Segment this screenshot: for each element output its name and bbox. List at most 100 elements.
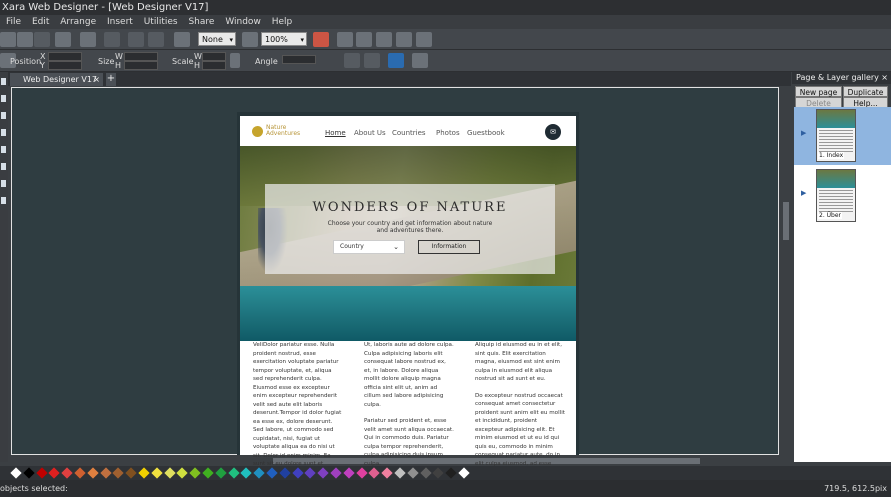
zoom-select[interactable]: 100% ▾ [261, 32, 307, 46]
color-swatch[interactable] [35, 467, 48, 479]
color-swatch[interactable] [368, 467, 381, 479]
site-logo[interactable]: Nature Adventures [266, 125, 300, 137]
menu-window[interactable]: Window [225, 17, 261, 27]
color-swatch[interactable] [151, 467, 163, 479]
scale-w-field[interactable] [202, 52, 226, 61]
color-swatch[interactable] [23, 467, 35, 479]
color-swatch[interactable] [317, 467, 329, 479]
menu-share[interactable]: Share [188, 17, 214, 27]
link-tool-icon[interactable] [1, 197, 6, 204]
new-document-icon[interactable] [0, 32, 16, 47]
color-swatch[interactable] [189, 467, 201, 479]
color-swatch[interactable] [48, 467, 61, 479]
color-swatch[interactable] [304, 467, 317, 479]
information-button[interactable]: Information [418, 240, 480, 254]
color-swatch[interactable] [330, 467, 342, 479]
expand-arrow-icon[interactable]: ▶ [801, 189, 806, 197]
fill-tool-icon[interactable] [1, 163, 6, 170]
mail-icon[interactable]: ✉ [545, 124, 561, 140]
color-swatch[interactable] [74, 467, 86, 479]
quality-select[interactable]: None ▾ [198, 32, 236, 46]
color-swatch[interactable] [381, 467, 393, 479]
open-icon[interactable] [17, 32, 33, 47]
width-field[interactable] [124, 52, 158, 61]
close-tab-icon[interactable]: × [93, 73, 100, 86]
color-swatch[interactable] [394, 467, 406, 479]
pen-tool-icon[interactable] [1, 146, 6, 153]
close-gallery-icon[interactable]: × [881, 72, 888, 84]
vertical-scrollbar[interactable] [781, 87, 791, 455]
color-swatch[interactable] [419, 467, 432, 479]
x-position-field[interactable] [48, 52, 82, 61]
color-swatch[interactable] [266, 467, 278, 479]
photo-tool-icon[interactable] [1, 180, 6, 187]
color-swatch[interactable] [99, 467, 112, 479]
copy-icon[interactable] [55, 32, 71, 47]
color-swatch[interactable] [202, 467, 214, 479]
document-tab[interactable]: Web Designer V17 × [10, 73, 103, 86]
scale-h-field[interactable] [202, 61, 226, 70]
flip-vertical-icon[interactable] [364, 53, 380, 68]
delete-icon[interactable] [104, 32, 120, 47]
color-swatch[interactable] [176, 467, 189, 479]
menu-help[interactable]: Help [272, 17, 293, 27]
text-tool-icon[interactable] [1, 95, 6, 102]
menu-arrange[interactable]: Arrange [60, 17, 96, 27]
color-swatch[interactable] [125, 467, 137, 479]
menu-insert[interactable]: Insert [107, 17, 133, 27]
undo-icon[interactable] [128, 32, 144, 47]
new-page-button[interactable]: New page [795, 86, 842, 97]
color-swatch[interactable] [87, 467, 99, 479]
nav-home[interactable]: Home [325, 129, 346, 137]
color-swatch[interactable] [445, 467, 457, 479]
color-swatch[interactable] [10, 467, 22, 479]
color-swatch[interactable] [240, 467, 253, 479]
y-position-field[interactable] [48, 61, 82, 70]
country-select[interactable]: Country ⌄ [333, 240, 405, 254]
select-inside-icon[interactable] [388, 53, 404, 68]
save-icon[interactable] [34, 32, 50, 47]
color-swatch[interactable] [253, 467, 265, 479]
color-swatch[interactable] [458, 467, 470, 479]
angle-field[interactable] [282, 55, 316, 64]
color-swatch[interactable] [343, 467, 355, 479]
menu-edit[interactable]: Edit [32, 17, 49, 27]
color-swatch[interactable] [432, 467, 445, 479]
color-swatch[interactable] [355, 467, 368, 479]
nav-photos[interactable]: Photos [436, 129, 460, 137]
new-tab-button[interactable]: + [106, 73, 116, 86]
page-properties-icon[interactable] [356, 32, 372, 47]
page-thumbnail-index[interactable]: ▶ 1. Index [794, 107, 891, 165]
magnet-icon[interactable] [313, 32, 329, 47]
nav-about-us[interactable]: About Us [354, 129, 386, 137]
tag-icon[interactable] [412, 53, 428, 68]
color-swatch[interactable] [61, 467, 73, 479]
zoom-tool-icon[interactable] [1, 129, 6, 136]
page-list[interactable]: ▶ 1. Index ▶ 2. Über [794, 107, 891, 462]
color-swatch[interactable] [138, 467, 150, 479]
color-swatch[interactable] [291, 467, 304, 479]
page-options-icon[interactable] [337, 32, 353, 47]
menu-utilities[interactable]: Utilities [144, 17, 178, 27]
height-field[interactable] [124, 61, 158, 70]
selector-tool-icon[interactable] [1, 78, 6, 85]
redo-icon[interactable] [148, 32, 164, 47]
color-swatch[interactable] [112, 467, 125, 479]
web-page[interactable]: Nature Adventures Home About Us Countrie… [237, 112, 579, 484]
vertical-scroll-thumb[interactable] [783, 202, 789, 240]
color-palette[interactable] [0, 466, 891, 480]
duplicate-button[interactable]: Duplicate [843, 86, 888, 97]
color-swatch[interactable] [215, 467, 227, 479]
publish-icon[interactable] [416, 32, 432, 47]
lock-aspect-icon[interactable] [230, 53, 240, 68]
nav-guestbook[interactable]: Guestbook [467, 129, 505, 137]
shape-tool-icon[interactable] [1, 112, 6, 119]
nav-countries[interactable]: Countries [392, 129, 426, 137]
color-swatch[interactable] [163, 467, 176, 479]
flip-horizontal-icon[interactable] [344, 53, 360, 68]
menu-file[interactable]: File [6, 17, 21, 27]
transform-icon[interactable] [174, 32, 190, 47]
link-icon[interactable] [376, 32, 392, 47]
paste-icon[interactable] [80, 32, 96, 47]
preview-icon[interactable] [396, 32, 412, 47]
